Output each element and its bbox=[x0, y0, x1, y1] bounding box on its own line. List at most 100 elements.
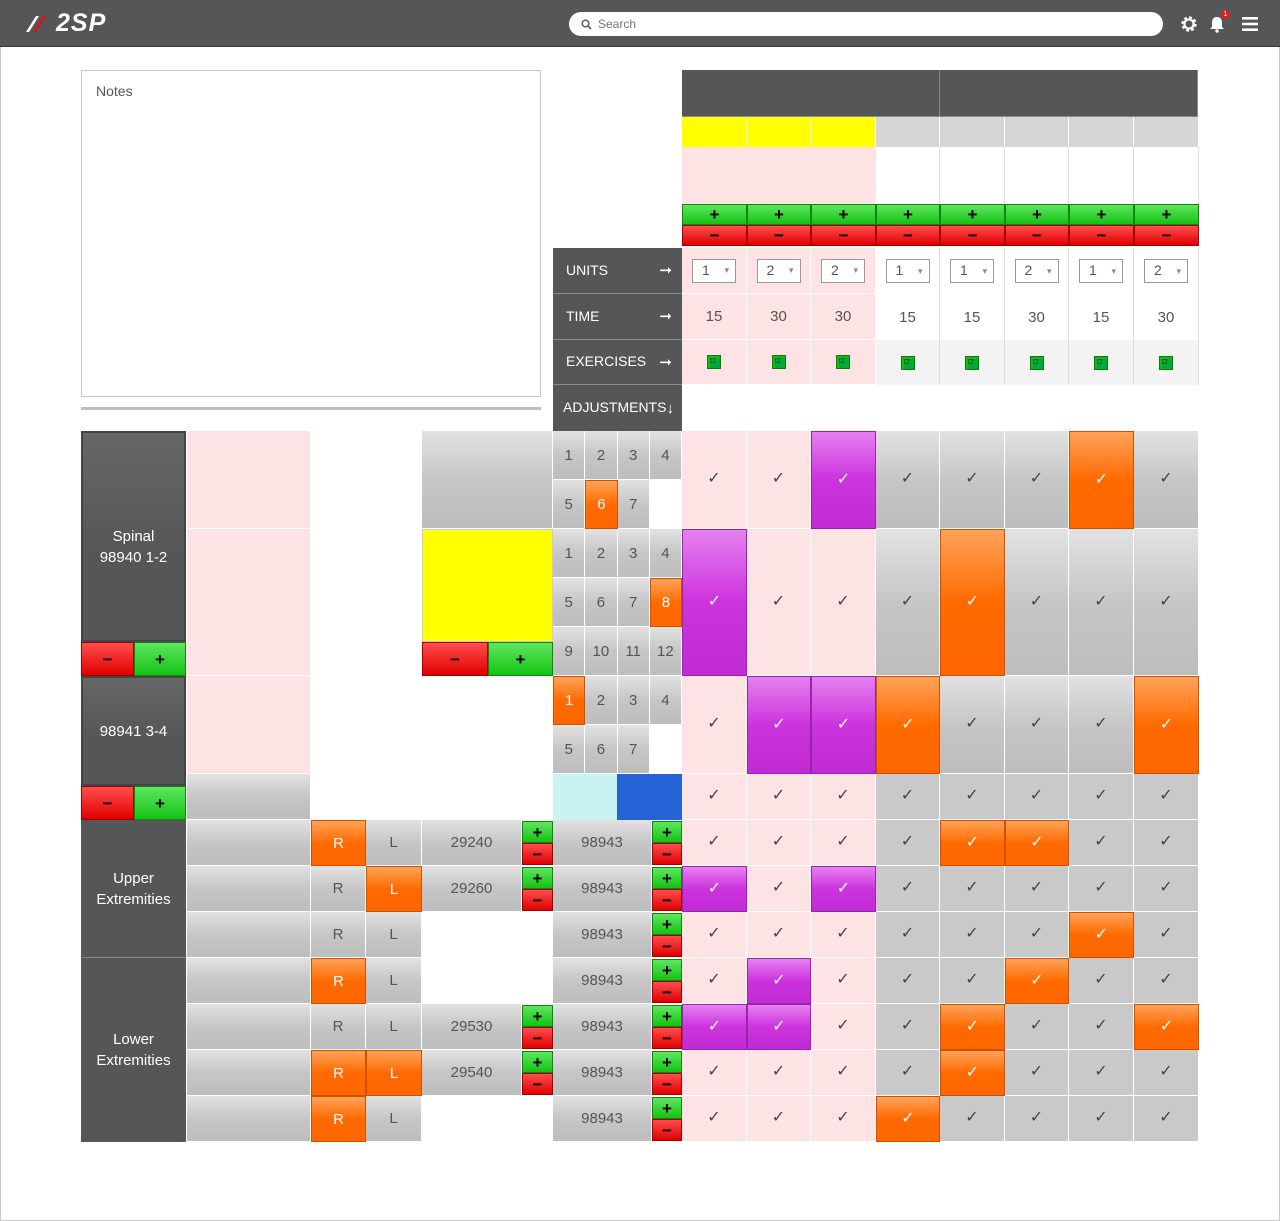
check-cell-knee-neuro[interactable]: ✓ bbox=[811, 1004, 876, 1050]
check-cell-ankle-mass[interactable]: ✓ bbox=[876, 1050, 940, 1096]
check-cell-thoracic-us[interactable]: ✓ bbox=[1069, 529, 1134, 676]
vertebra-thoracic-7[interactable]: 7 bbox=[617, 578, 650, 627]
code-98943-ankle[interactable]: 98943 bbox=[553, 1050, 652, 1096]
check-cell-shoulder-mr[interactable]: ✓ bbox=[747, 820, 811, 866]
vertebra-cervical-4[interactable]: 4 bbox=[649, 431, 682, 480]
code-98943-shoulder-minus-button[interactable]: − bbox=[652, 843, 682, 865]
vertebra-thoracic-1[interactable]: 1 bbox=[553, 529, 586, 578]
exercise-grid-icon[interactable] bbox=[1094, 355, 1108, 370]
check-cell-si-trac[interactable]: ✓ bbox=[940, 774, 1005, 820]
region-si[interactable] bbox=[187, 774, 311, 820]
code-98943-hip-minus-button[interactable]: − bbox=[652, 981, 682, 1003]
code-29540-ankle[interactable]: 29540 bbox=[422, 1050, 522, 1096]
vertebra-lumbar-4[interactable]: 4 bbox=[649, 676, 682, 725]
check-cell-lumbar-neuro[interactable]: ✓ bbox=[811, 676, 876, 774]
check-cell-lumbar-trac[interactable]: ✓ bbox=[940, 676, 1005, 774]
pelvic-as-button[interactable] bbox=[617, 774, 682, 820]
vertebra-thoracic-9[interactable]: 9 bbox=[553, 627, 586, 676]
code-29200-minus-button[interactable]: − bbox=[422, 642, 488, 676]
side-left-elbow[interactable]: L bbox=[366, 866, 422, 912]
spinal-98941-minus-button[interactable]: − bbox=[81, 786, 134, 820]
spinal-98941-plus-button[interactable]: + bbox=[134, 786, 186, 820]
vertebra-cervical-5[interactable]: 5 bbox=[553, 480, 586, 529]
check-cell-si-es[interactable]: ✓ bbox=[1005, 774, 1069, 820]
check-cell-wrist-mass[interactable]: ✓ bbox=[876, 912, 940, 958]
check-cell-elbow-neuro[interactable]: ✓ bbox=[811, 866, 876, 912]
code-98943-hip[interactable]: 98943 bbox=[553, 958, 652, 1004]
code-98943-knee[interactable]: 98943 bbox=[553, 1004, 652, 1050]
column-neuro-minus-button[interactable]: − bbox=[811, 225, 876, 246]
code-29240-plus-button[interactable]: + bbox=[522, 821, 553, 843]
exercise-grid-icon[interactable] bbox=[900, 355, 915, 370]
check-cell-cervical-inf.lz[interactable]: ✓ bbox=[1134, 431, 1199, 529]
check-cell-shoulder-te[interactable]: ✓ bbox=[682, 820, 747, 866]
check-cell-ankle-es[interactable]: ✓ bbox=[1005, 1050, 1069, 1096]
check-cell-lumbar-inf.lz[interactable]: ✓ bbox=[1134, 676, 1199, 774]
check-cell-ankle-us[interactable]: ✓ bbox=[1069, 1050, 1134, 1096]
spinal-98940-plus-button[interactable]: + bbox=[134, 642, 186, 676]
stp-tap-button[interactable] bbox=[422, 431, 553, 529]
code-98943-foot-minus-button[interactable]: − bbox=[652, 1119, 682, 1141]
check-cell-ankle-neuro[interactable]: ✓ bbox=[811, 1050, 876, 1096]
check-cell-foot-inf.lz[interactable]: ✓ bbox=[1134, 1096, 1199, 1142]
search-input[interactable] bbox=[598, 17, 1138, 31]
code-98943-ankle-plus-button[interactable]: + bbox=[652, 1051, 682, 1073]
column-header-us[interactable] bbox=[1069, 117, 1134, 147]
check-cell-shoulder-mass[interactable]: ✓ bbox=[876, 820, 940, 866]
side-right-hip[interactable]: R bbox=[311, 958, 366, 1004]
check-cell-elbow-mass[interactable]: ✓ bbox=[876, 866, 940, 912]
vertebra-lumbar-7[interactable]: 7 bbox=[617, 725, 650, 774]
vertebra-thoracic-2[interactable]: 2 bbox=[585, 529, 618, 578]
pelvic-pi-button[interactable] bbox=[553, 774, 617, 820]
check-cell-lumbar-mass[interactable]: ✓ bbox=[876, 676, 940, 774]
vertebra-thoracic-4[interactable]: 4 bbox=[649, 529, 682, 578]
check-cell-shoulder-neuro[interactable]: ✓ bbox=[811, 820, 876, 866]
exercise-grid-icon[interactable] bbox=[836, 355, 850, 369]
side-right-knee[interactable]: R bbox=[311, 1004, 366, 1050]
code-29200-plus-button[interactable]: + bbox=[488, 642, 553, 676]
vertebra-lumbar-6[interactable]: 6 bbox=[585, 725, 618, 774]
check-cell-wrist-mr[interactable]: ✓ bbox=[747, 912, 811, 958]
vertebra-lumbar-5[interactable]: 5 bbox=[553, 725, 586, 774]
check-cell-knee-te[interactable]: ✓ bbox=[682, 1004, 747, 1050]
check-cell-hip-trac[interactable]: ✓ bbox=[940, 958, 1005, 1004]
units-select[interactable]: 1 ▾ bbox=[692, 258, 736, 283]
column-inf.lz-minus-button[interactable]: − bbox=[1134, 225, 1199, 246]
side-left-shoulder[interactable]: L bbox=[366, 820, 422, 866]
exercise-grid-icon[interactable] bbox=[771, 355, 786, 369]
spinal-98940-minus-button[interactable]: − bbox=[81, 642, 134, 676]
vertebra-cervical-6[interactable]: 6 bbox=[585, 480, 618, 529]
gear-icon[interactable] bbox=[1179, 14, 1199, 34]
code-98943-foot[interactable]: 98943 bbox=[553, 1096, 652, 1142]
side-right-shoulder[interactable]: R bbox=[311, 820, 366, 866]
check-cell-hip-neuro[interactable]: ✓ bbox=[811, 958, 876, 1004]
check-cell-knee-us[interactable]: ✓ bbox=[1069, 1004, 1134, 1050]
code-29530-knee[interactable]: 29530 bbox=[422, 1004, 522, 1050]
column-trac-plus-button[interactable]: + bbox=[940, 204, 1005, 225]
code-98943-wrist-minus-button[interactable]: − bbox=[652, 935, 682, 957]
region-spinal-98941[interactable]: 98941 3-4 bbox=[81, 676, 186, 786]
side-left-foot[interactable]: L bbox=[366, 1096, 422, 1142]
check-cell-foot-mass[interactable]: ✓ bbox=[876, 1096, 940, 1142]
check-cell-shoulder-inf.lz[interactable]: ✓ bbox=[1134, 820, 1199, 866]
code-29540-minus-button[interactable]: − bbox=[522, 1073, 553, 1095]
code-98943-foot-plus-button[interactable]: + bbox=[652, 1097, 682, 1119]
check-cell-hip-mass[interactable]: ✓ bbox=[876, 958, 940, 1004]
column-mr-plus-button[interactable]: + bbox=[747, 204, 811, 225]
code-98943-elbow-minus-button[interactable]: − bbox=[652, 889, 682, 911]
code-98943-elbow[interactable]: 98943 bbox=[553, 866, 652, 912]
column-header-es[interactable] bbox=[1005, 117, 1069, 147]
code-29260-plus-button[interactable]: + bbox=[522, 867, 553, 889]
check-cell-cervical-es[interactable]: ✓ bbox=[1005, 431, 1069, 529]
region-shoulder[interactable] bbox=[187, 820, 311, 866]
check-cell-shoulder-es[interactable]: ✓ bbox=[1005, 820, 1069, 866]
vertebra-cervical-7[interactable]: 7 bbox=[617, 480, 650, 529]
check-cell-thoracic-mass[interactable]: ✓ bbox=[876, 529, 940, 676]
check-cell-thoracic-inf.lz[interactable]: ✓ bbox=[1134, 529, 1199, 676]
column-header-te[interactable] bbox=[682, 117, 747, 147]
check-cell-ankle-inf.lz[interactable]: ✓ bbox=[1134, 1050, 1199, 1096]
column-header-mass[interactable] bbox=[876, 117, 940, 147]
code-29240-minus-button[interactable]: − bbox=[522, 843, 553, 865]
code-29260-elbow[interactable]: 29260 bbox=[422, 866, 522, 912]
check-cell-cervical-us[interactable]: ✓ bbox=[1069, 431, 1134, 529]
